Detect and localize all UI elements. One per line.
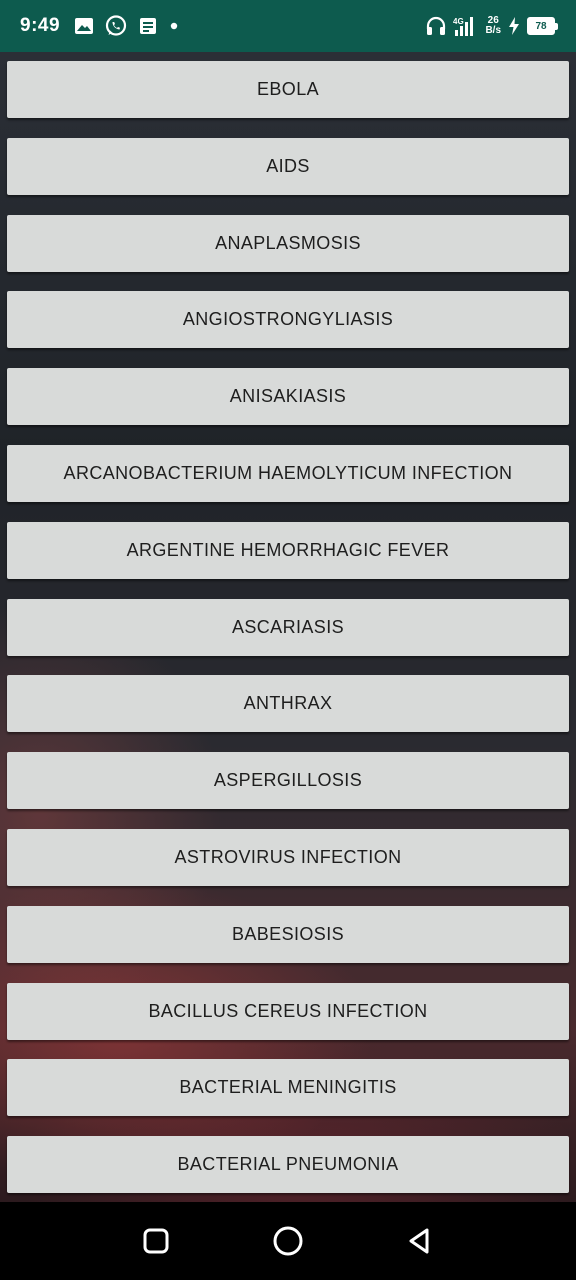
disease-button-ebola[interactable]: EBOLA (7, 61, 569, 118)
network-speed-unit: B/s (485, 25, 501, 36)
recents-square-icon (143, 1228, 169, 1254)
disease-button-argentine-hemorrhagic-fever[interactable]: ARGENTINE HEMORRHAGIC FEVER (7, 521, 569, 579)
notes-icon (138, 16, 158, 36)
disease-list-screen: EBOLA AIDS ANAPLASMOSIS ANGIOSTRONGYLIAS… (0, 52, 576, 1202)
whatsapp-icon (104, 14, 128, 38)
disease-button-aids[interactable]: AIDS (7, 137, 569, 195)
status-right-group: 4G 26 B/s 78 (425, 15, 558, 37)
disease-button-anisakiasis[interactable]: ANISAKIASIS (7, 368, 569, 426)
svg-text:4G: 4G (453, 17, 464, 26)
disease-button-aspergillosis[interactable]: ASPERGILLOSIS (7, 752, 569, 810)
status-left-group: 9:49 (20, 14, 180, 38)
back-button[interactable] (396, 1217, 444, 1265)
status-time: 9:49 (20, 15, 61, 36)
system-nav-bar (0, 1202, 576, 1280)
disease-button-bacterial-pneumonia[interactable]: BACTERIAL PNEUMONIA (7, 1136, 569, 1194)
disease-button-babesiosis[interactable]: BABESIOSIS (7, 905, 569, 963)
back-triangle-icon (409, 1228, 429, 1254)
battery-icon: 78 (527, 17, 558, 35)
disease-button-anaplasmosis[interactable]: ANAPLASMOSIS (7, 214, 569, 272)
gallery-icon (74, 16, 94, 36)
recents-button[interactable] (132, 1217, 180, 1265)
disease-button-ascariasis[interactable]: ASCARIASIS (7, 598, 569, 656)
network-speed: 26 B/s (485, 16, 501, 36)
battery-level: 78 (527, 17, 555, 35)
home-circle-icon (273, 1226, 303, 1256)
disease-button-anthrax[interactable]: ANTHRAX (7, 675, 569, 733)
headphones-icon (425, 15, 447, 37)
status-bar: 9:49 4G 26 B/s 78 (0, 0, 576, 52)
disease-button-arcanobacterium[interactable]: ARCANOBACTERIUM HAEMOLYTICUM INFECTION (7, 444, 569, 502)
disease-button-bacterial-meningitis[interactable]: BACTERIAL MENINGITIS (7, 1059, 569, 1117)
signal-icon: 4G (453, 15, 479, 37)
home-button[interactable] (264, 1217, 312, 1265)
disease-button-angiostrongyliasis[interactable]: ANGIOSTRONGYLIASIS (7, 291, 569, 349)
battery-tip (555, 22, 558, 30)
disease-button-bacillus-cereus-infection[interactable]: BACILLUS CEREUS INFECTION (7, 982, 569, 1040)
dot-icon (168, 20, 180, 32)
disease-list: EBOLA AIDS ANAPLASMOSIS ANGIOSTRONGYLIAS… (7, 61, 569, 1202)
charging-icon (507, 16, 521, 36)
disease-button-astrovirus-infection[interactable]: ASTROVIRUS INFECTION (7, 828, 569, 886)
